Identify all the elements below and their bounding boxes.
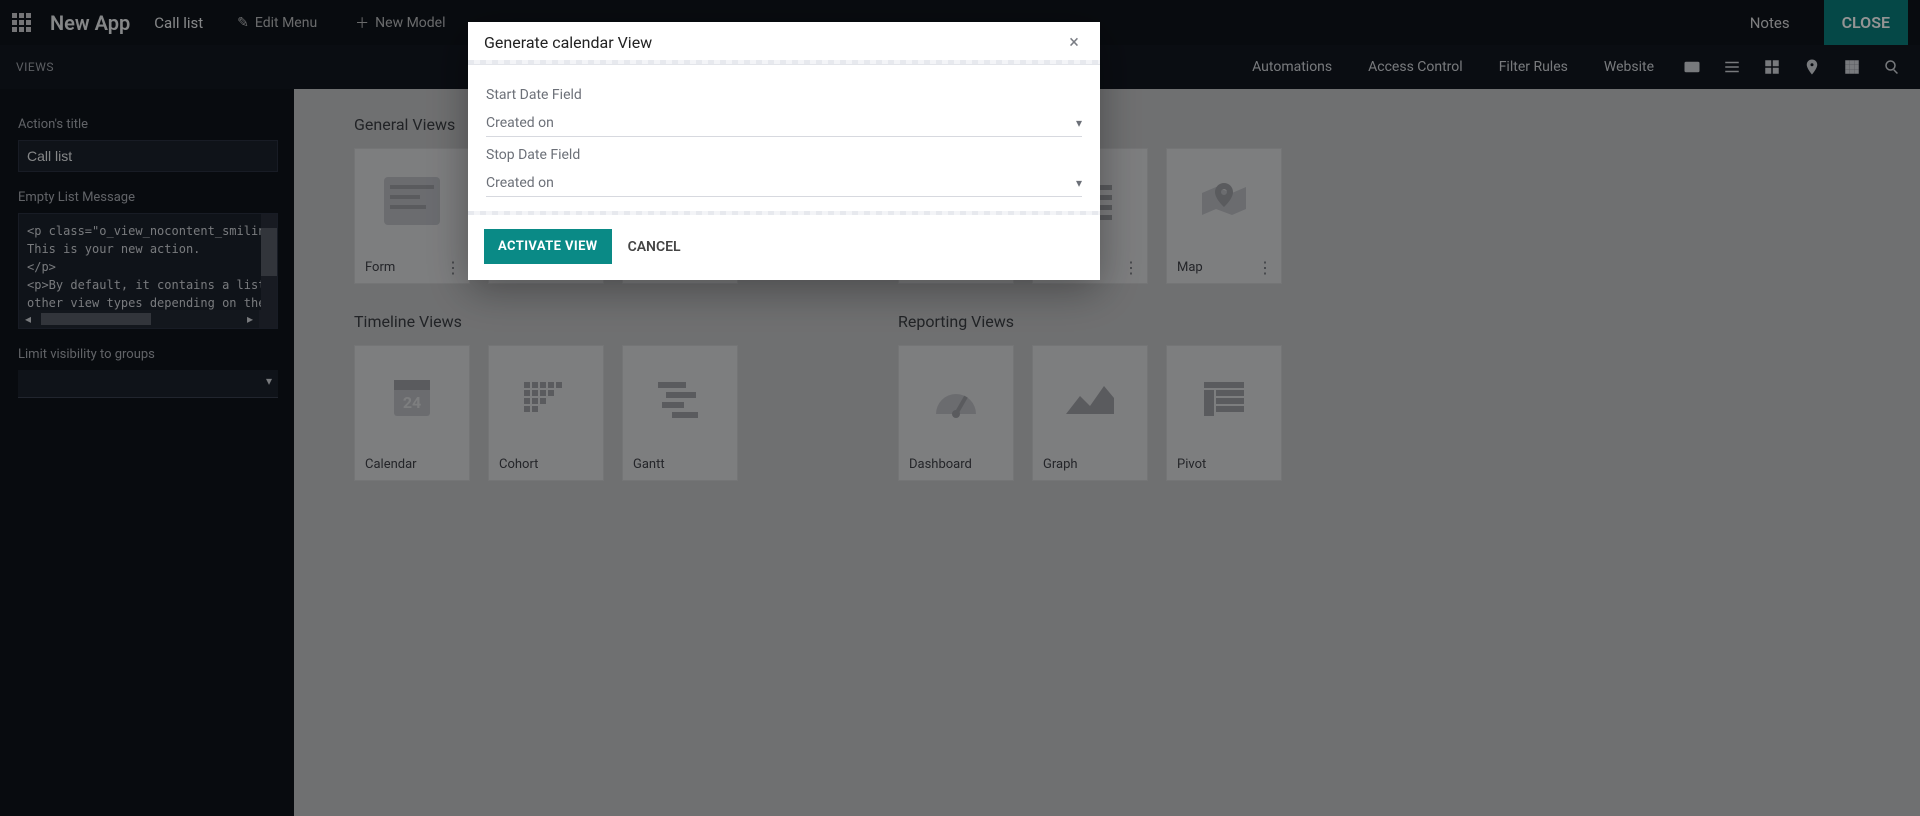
cancel-button[interactable]: CANCEL — [628, 239, 681, 255]
chevron-down-icon: ▾ — [1076, 116, 1082, 130]
modal-title: Generate calendar View — [484, 33, 652, 52]
stop-date-select[interactable]: Created on ▾ — [486, 169, 1082, 197]
stop-date-label: Stop Date Field — [486, 147, 1082, 163]
start-date-label: Start Date Field — [486, 87, 1082, 103]
modal-generate-calendar: Generate calendar View × Start Date Fiel… — [468, 22, 1100, 280]
start-date-select[interactable]: Created on ▾ — [486, 109, 1082, 137]
activate-view-button[interactable]: ACTIVATE VIEW — [484, 229, 612, 264]
modal-close-icon[interactable]: × — [1064, 32, 1084, 52]
stop-date-value: Created on — [486, 175, 554, 191]
start-date-value: Created on — [486, 115, 554, 131]
chevron-down-icon: ▾ — [1076, 176, 1082, 190]
